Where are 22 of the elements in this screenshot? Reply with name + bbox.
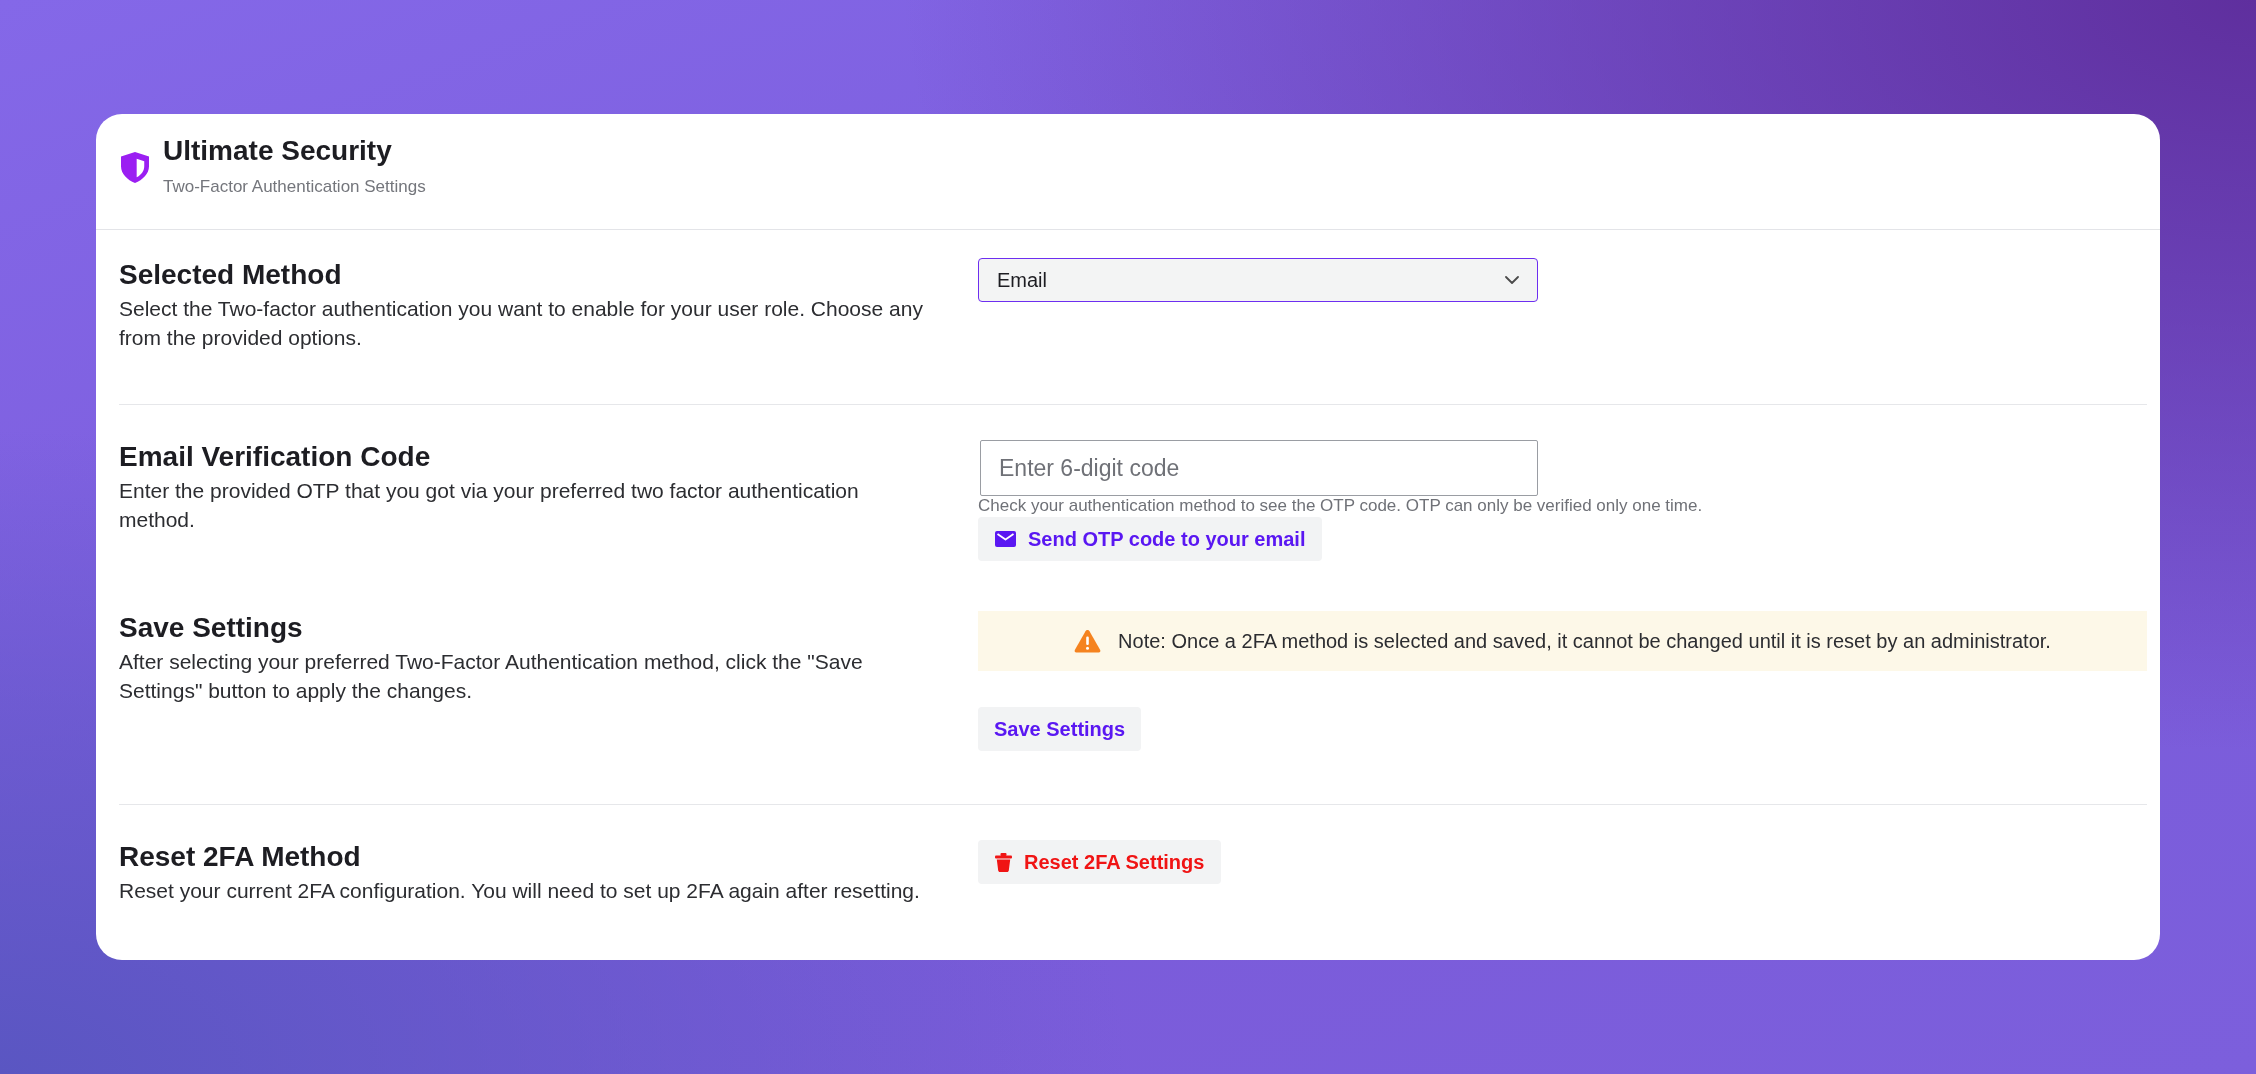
section-title: Selected Method (119, 258, 343, 292)
app-title: Ultimate Security (163, 134, 393, 168)
shield-icon (121, 152, 149, 183)
section-description: Enter the provided OTP that you got via your preferred two factor authentication method. (119, 478, 860, 533)
code-input-field[interactable]: Enter 6-digit code (980, 440, 1538, 496)
section-title: Save Settings (119, 611, 304, 645)
save-settings-button[interactable]: Save Settings (978, 707, 1142, 751)
section-description: Select the Two-factor authentication you want to enable for your user role. Choose any from the provided options. (119, 296, 924, 351)
hint-text: Check your authentication method to see the OTP code. OTP can only be verified only one time. (978, 496, 1703, 516)
section-description: Reset your current 2FA configuration. You will need to set up 2FA again after resetting. (119, 878, 921, 904)
mail-icon (995, 531, 1016, 547)
send-otp-button[interactable]: Send OTP code to your email (978, 517, 1323, 561)
reset-settings-button[interactable]: Reset 2FA Settings (978, 840, 1222, 884)
method-dropdown[interactable]: Email (978, 258, 1538, 302)
chevron-down-icon (1505, 276, 1519, 284)
warning-icon (1074, 629, 1102, 653)
section-title: Reset 2FA Method (119, 840, 362, 874)
section-description: After selecting your preferred Two-Factor Authentication method, click the "Save Settings" button to apply the changes. (119, 649, 864, 704)
trash-icon (995, 852, 1012, 872)
app-subtitle: Two-Factor Authentication Settings (163, 177, 426, 197)
section-title: Email Verification Code (119, 440, 432, 474)
note-text: Note: Once a 2FA method is selected and saved, it cannot be changed until it is reset by an administrator. (1118, 629, 2051, 653)
